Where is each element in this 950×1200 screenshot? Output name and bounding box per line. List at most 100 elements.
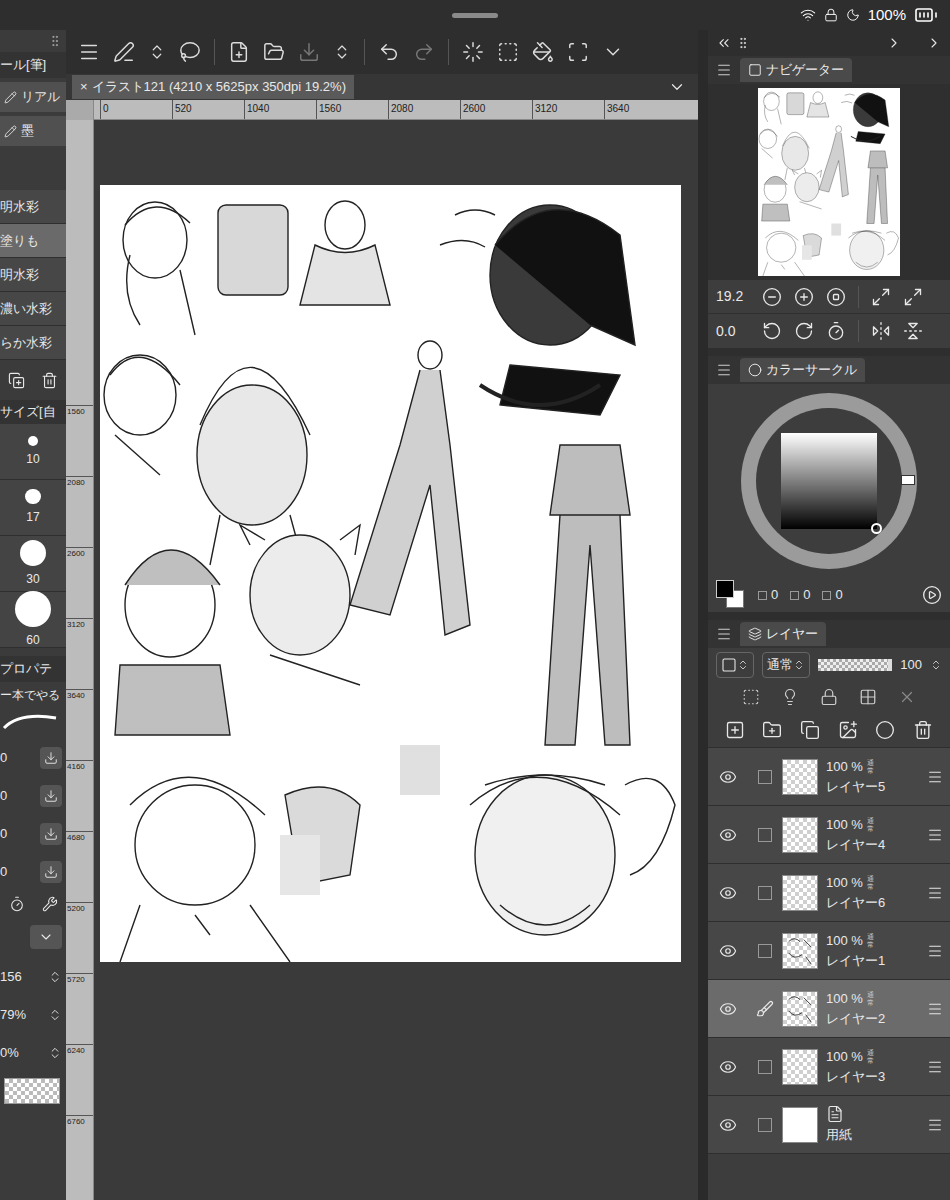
fill-icon[interactable] [532, 41, 554, 63]
zoom-value[interactable]: 19.2 [716, 286, 750, 307]
panel-tab[interactable]: カラーサークル [740, 358, 865, 382]
fit-width-icon[interactable] [903, 287, 923, 307]
visibility-icon[interactable] [719, 1058, 737, 1076]
edit-icon[interactable] [113, 41, 135, 63]
layer-menu-icon[interactable] [927, 827, 943, 843]
canvas-area[interactable] [94, 120, 698, 1200]
pressure-icon[interactable] [44, 789, 58, 803]
brush-item[interactable]: 明水彩 [0, 190, 66, 224]
menu-icon[interactable] [78, 41, 100, 63]
color-value[interactable]: 0 [803, 585, 810, 605]
document-tab[interactable]: ×イラスト121 (4210 x 5625px 350dpi 19.2%) [72, 75, 354, 99]
layer-color-icon[interactable] [721, 657, 737, 673]
layer-row[interactable]: 100 %通常レイヤー6 [708, 864, 950, 922]
merge-icon[interactable] [838, 720, 858, 740]
visibility-icon[interactable] [719, 884, 737, 902]
hue-handle[interactable] [901, 475, 915, 485]
saturation-square[interactable] [781, 433, 877, 529]
layer-row[interactable]: 100 %通常レイヤー2 [708, 980, 950, 1038]
blend-mode-select[interactable]: 通常 [762, 652, 810, 678]
tool-property-row[interactable]: 0 [0, 820, 66, 848]
new-folder-icon[interactable] [762, 720, 782, 740]
selection-icon[interactable] [497, 41, 519, 63]
open-file-icon[interactable] [263, 41, 285, 63]
duplicate-brush-icon[interactable] [8, 372, 25, 389]
layer-row[interactable]: 100 %通常レイヤー4 [708, 806, 950, 864]
redo-icon[interactable] [413, 41, 435, 63]
layer-row[interactable]: 100 %通常レイヤー5 [708, 748, 950, 806]
panel-tab[interactable]: レイヤー [740, 622, 826, 646]
new-file-icon[interactable] [228, 41, 250, 63]
lock-icon[interactable] [820, 688, 838, 706]
color-mode-icon[interactable] [922, 585, 942, 605]
actual-size-icon[interactable] [826, 287, 846, 307]
sub-tool-value[interactable]: 156 [0, 964, 66, 990]
sub-tool-value[interactable]: 79% [0, 1002, 66, 1028]
pressure-icon[interactable] [44, 827, 58, 841]
reset-rotation-icon[interactable] [826, 321, 846, 341]
stepper-icon[interactable] [930, 659, 942, 671]
color-picker-handle[interactable] [871, 523, 882, 534]
delete-brush-icon[interactable] [41, 372, 58, 389]
rotate-right-icon[interactable] [794, 321, 814, 341]
layer-row[interactable]: 100 %通常レイヤー1 [708, 922, 950, 980]
rotation-value[interactable]: 0.0 [716, 321, 750, 342]
layer-checkbox[interactable] [758, 1118, 772, 1132]
pressure-icon[interactable] [44, 865, 58, 879]
layer-checkbox[interactable] [758, 944, 772, 958]
editing-pen-icon[interactable] [756, 1000, 774, 1018]
panel-menu-icon[interactable] [716, 626, 732, 642]
settings-icon[interactable] [42, 896, 58, 912]
layer-checkbox[interactable] [758, 886, 772, 900]
color-value[interactable]: 0 [771, 585, 778, 605]
color-value[interactable]: 0 [835, 585, 842, 605]
tool-property-row[interactable]: 0 [0, 744, 66, 772]
brush-size-item[interactable]: 10 [0, 424, 66, 480]
clip-icon[interactable] [742, 688, 760, 706]
panel-grip-icon[interactable] [48, 34, 62, 48]
new-layer-icon[interactable] [725, 720, 745, 740]
more-icon[interactable] [148, 43, 166, 61]
layer-row[interactable]: 用紙 [708, 1096, 950, 1154]
lasso-icon[interactable] [179, 41, 201, 63]
next-icon[interactable] [886, 35, 902, 51]
expand-icon[interactable] [38, 929, 54, 945]
tab-list-icon[interactable] [668, 78, 686, 96]
visibility-icon[interactable] [719, 826, 737, 844]
lock-transparency-icon[interactable] [859, 688, 877, 706]
merge-down-icon[interactable] [800, 720, 820, 740]
visibility-icon[interactable] [719, 1000, 737, 1018]
tool-group-button[interactable]: 墨 [0, 116, 66, 146]
layer-row[interactable]: 100 %通常レイヤー3 [708, 1038, 950, 1096]
pressure-icon[interactable] [44, 751, 58, 765]
mask-icon[interactable] [898, 688, 916, 706]
save-icon[interactable] [298, 41, 320, 63]
stepper-icon[interactable] [48, 970, 62, 984]
color-circle[interactable] [708, 384, 950, 578]
collapse-icon[interactable] [716, 35, 732, 51]
opacity-slider[interactable] [818, 659, 892, 671]
panel-grip-icon[interactable] [736, 36, 750, 50]
brush-size-item[interactable]: 17 [0, 480, 66, 536]
toolbar-more-icon[interactable] [602, 41, 624, 63]
visibility-icon[interactable] [719, 768, 737, 786]
reference-icon[interactable] [781, 688, 799, 706]
layer-menu-icon[interactable] [927, 769, 943, 785]
fit-icon[interactable] [871, 287, 891, 307]
more-icon[interactable] [333, 43, 351, 61]
sub-tool-value[interactable]: 0% [0, 1040, 66, 1066]
panel-tab[interactable]: ナビゲーター [740, 58, 852, 82]
delete-layer-icon[interactable] [913, 720, 933, 740]
reset-icon[interactable] [9, 896, 25, 912]
loading-icon[interactable] [462, 41, 484, 63]
layer-menu-icon[interactable] [927, 943, 943, 959]
brush-item[interactable]: らか水彩 [0, 326, 66, 360]
visibility-icon[interactable] [719, 942, 737, 960]
visibility-icon[interactable] [719, 1116, 737, 1134]
tool-group-button[interactable]: リアル [0, 82, 66, 112]
brush-item[interactable]: 濃い水彩 [0, 292, 66, 326]
layer-menu-icon[interactable] [927, 1001, 943, 1017]
flip-vertical-icon[interactable] [903, 321, 923, 341]
layer-menu-icon[interactable] [927, 1059, 943, 1075]
zoom-out-icon[interactable] [762, 287, 782, 307]
